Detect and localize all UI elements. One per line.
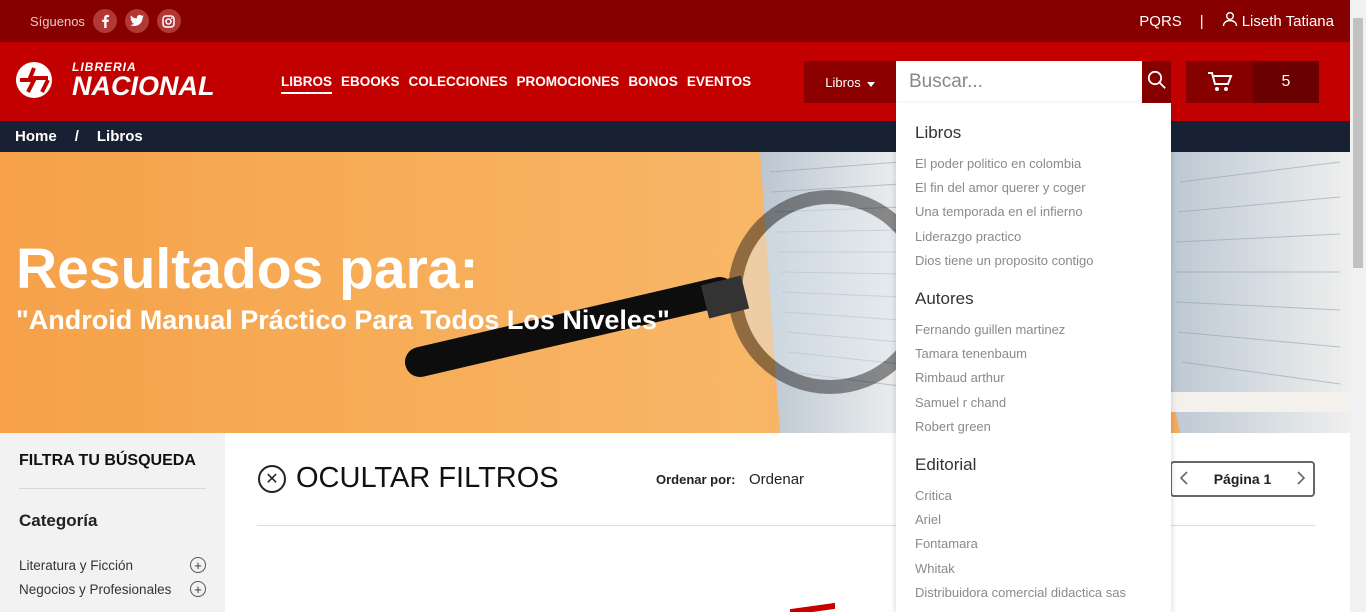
cart-button[interactable]: 5 bbox=[1186, 61, 1319, 103]
page-scrollbar[interactable] bbox=[1350, 0, 1366, 612]
cart-count: 5 bbox=[1253, 61, 1319, 103]
separator: | bbox=[1199, 12, 1204, 30]
suggestion-item[interactable]: Rimbaud arthur bbox=[915, 366, 1152, 390]
search-icon bbox=[1147, 70, 1167, 95]
suggestion-item[interactable]: Liderazgo practico bbox=[915, 225, 1152, 249]
filter-sidebar: FILTRA TU BÚSQUEDA Categoría Literatura … bbox=[0, 433, 225, 612]
logo-text: LIBRERIA NACIONAL bbox=[72, 61, 215, 100]
suggestion-item[interactable]: Samuel r chand bbox=[915, 391, 1152, 415]
top-bar: Síguenos PQRS | Liseth Tatiana bbox=[0, 0, 1350, 42]
suggestion-heading: Autores bbox=[915, 289, 974, 309]
pqrs-link[interactable]: PQRS bbox=[1139, 13, 1182, 30]
chevron-left-icon[interactable] bbox=[1179, 470, 1188, 488]
suggestion-item[interactable]: Dios tiene un proposito contigo bbox=[915, 249, 1152, 273]
search-category-select[interactable]: Libros bbox=[804, 61, 896, 103]
search-query: "Android Manual Práctico Para Todos Los … bbox=[16, 305, 670, 335]
user-name: Liseth Tatiana bbox=[1241, 12, 1334, 30]
category-item-negocios[interactable]: Negocios y Profesionales + bbox=[19, 581, 206, 597]
logo-mark-icon bbox=[16, 62, 52, 98]
divider bbox=[19, 488, 206, 489]
user-account-link[interactable]: Liseth Tatiana bbox=[1222, 11, 1334, 31]
category-label: Literatura y Ficción bbox=[19, 557, 134, 573]
suggestion-group-libros: Libros El poder politico en colombia El … bbox=[915, 123, 1152, 273]
pagination: Página 1 bbox=[1170, 461, 1315, 497]
suggestion-item[interactable]: Una temporada en el infierno bbox=[915, 200, 1152, 224]
plus-circle-icon[interactable]: + bbox=[190, 581, 206, 597]
nav-bonos[interactable]: BONOS bbox=[628, 74, 678, 94]
close-circle-icon: ✕ bbox=[258, 464, 286, 493]
chevron-right-icon[interactable] bbox=[1297, 470, 1306, 488]
facebook-icon[interactable] bbox=[92, 9, 117, 33]
suggestion-item[interactable]: Distribuidora comercial didactica sas bbox=[915, 581, 1152, 605]
suggestion-heading: Libros bbox=[915, 123, 962, 142]
suggestion-item[interactable]: El fin del amor querer y coger bbox=[915, 176, 1152, 200]
nav-eventos[interactable]: EVENTOS bbox=[687, 74, 751, 94]
suggestion-group-autores: Autores Fernando guillen martinez Tamara… bbox=[915, 289, 1152, 439]
follow-label: Síguenos bbox=[30, 13, 85, 29]
sort-label: Ordenar por: bbox=[656, 472, 736, 487]
social-follow: Síguenos bbox=[30, 9, 181, 33]
suggestion-item[interactable]: Tamara tenenbaum bbox=[915, 342, 1152, 366]
caret-down-icon bbox=[866, 75, 875, 90]
suggestion-item[interactable]: Fontamara bbox=[915, 532, 1152, 556]
suggestion-item[interactable]: El poder politico en colombia bbox=[915, 152, 1152, 176]
sort-select[interactable]: Ordenar bbox=[749, 471, 804, 488]
nav-colecciones[interactable]: COLECCIONES bbox=[409, 74, 508, 94]
category-item-literatura[interactable]: Literatura y Ficción + bbox=[19, 557, 206, 573]
breadcrumb-current: Libros bbox=[96, 128, 143, 145]
nav-ebooks[interactable]: EBOOKS bbox=[341, 74, 400, 94]
category-heading: Categoría bbox=[19, 511, 98, 530]
suggestion-item[interactable]: Ariel bbox=[915, 508, 1152, 532]
search-category-value: Libros bbox=[825, 74, 861, 90]
nav-libros[interactable]: LIBROS bbox=[281, 74, 333, 94]
hide-filters-button[interactable]: ✕ OCULTAR FILTROS bbox=[258, 462, 559, 495]
suggestion-item[interactable]: Robert green bbox=[915, 415, 1152, 439]
suggestion-item[interactable]: Whitak bbox=[915, 557, 1152, 581]
suggestion-group-editorial: Editorial Critica Ariel Fontamara Whitak… bbox=[915, 455, 1152, 605]
search-suggestions-dropdown: Libros El poder politico en colombia El … bbox=[896, 103, 1171, 612]
breadcrumb-home[interactable]: Home bbox=[15, 128, 57, 145]
nav-promociones[interactable]: PROMOCIONES bbox=[517, 74, 620, 94]
suggestion-item[interactable]: Critica bbox=[915, 484, 1152, 508]
breadcrumb-separator: / bbox=[74, 128, 79, 145]
product-cover-fragment bbox=[790, 602, 835, 612]
logo-line2: NACIONAL bbox=[72, 70, 215, 101]
results-title: Resultados para: bbox=[16, 237, 479, 301]
instagram-icon[interactable] bbox=[156, 9, 181, 33]
filter-title: FILTRA TU BÚSQUEDA bbox=[19, 452, 196, 469]
suggestion-heading: Editorial bbox=[915, 455, 977, 475]
search-button[interactable] bbox=[1142, 61, 1171, 103]
page-label: Página 1 bbox=[1213, 471, 1272, 487]
plus-circle-icon[interactable]: + bbox=[190, 557, 206, 573]
top-right-links: PQRS | Liseth Tatiana bbox=[1139, 11, 1334, 31]
main-nav: LIBROS EBOOKS COLECCIONES PROMOCIONES BO… bbox=[281, 74, 751, 94]
hide-filters-label: OCULTAR FILTROS bbox=[296, 462, 559, 494]
category-label: Negocios y Profesionales bbox=[19, 581, 172, 597]
logo[interactable]: LIBRERIA NACIONAL bbox=[14, 60, 215, 100]
cart-icon bbox=[1186, 61, 1253, 103]
suggestion-item[interactable]: Fernando guillen martinez bbox=[915, 318, 1152, 342]
scrollbar-thumb[interactable] bbox=[1353, 18, 1363, 268]
search-input[interactable] bbox=[896, 61, 1142, 103]
user-icon bbox=[1222, 11, 1238, 31]
twitter-icon[interactable] bbox=[124, 9, 149, 33]
